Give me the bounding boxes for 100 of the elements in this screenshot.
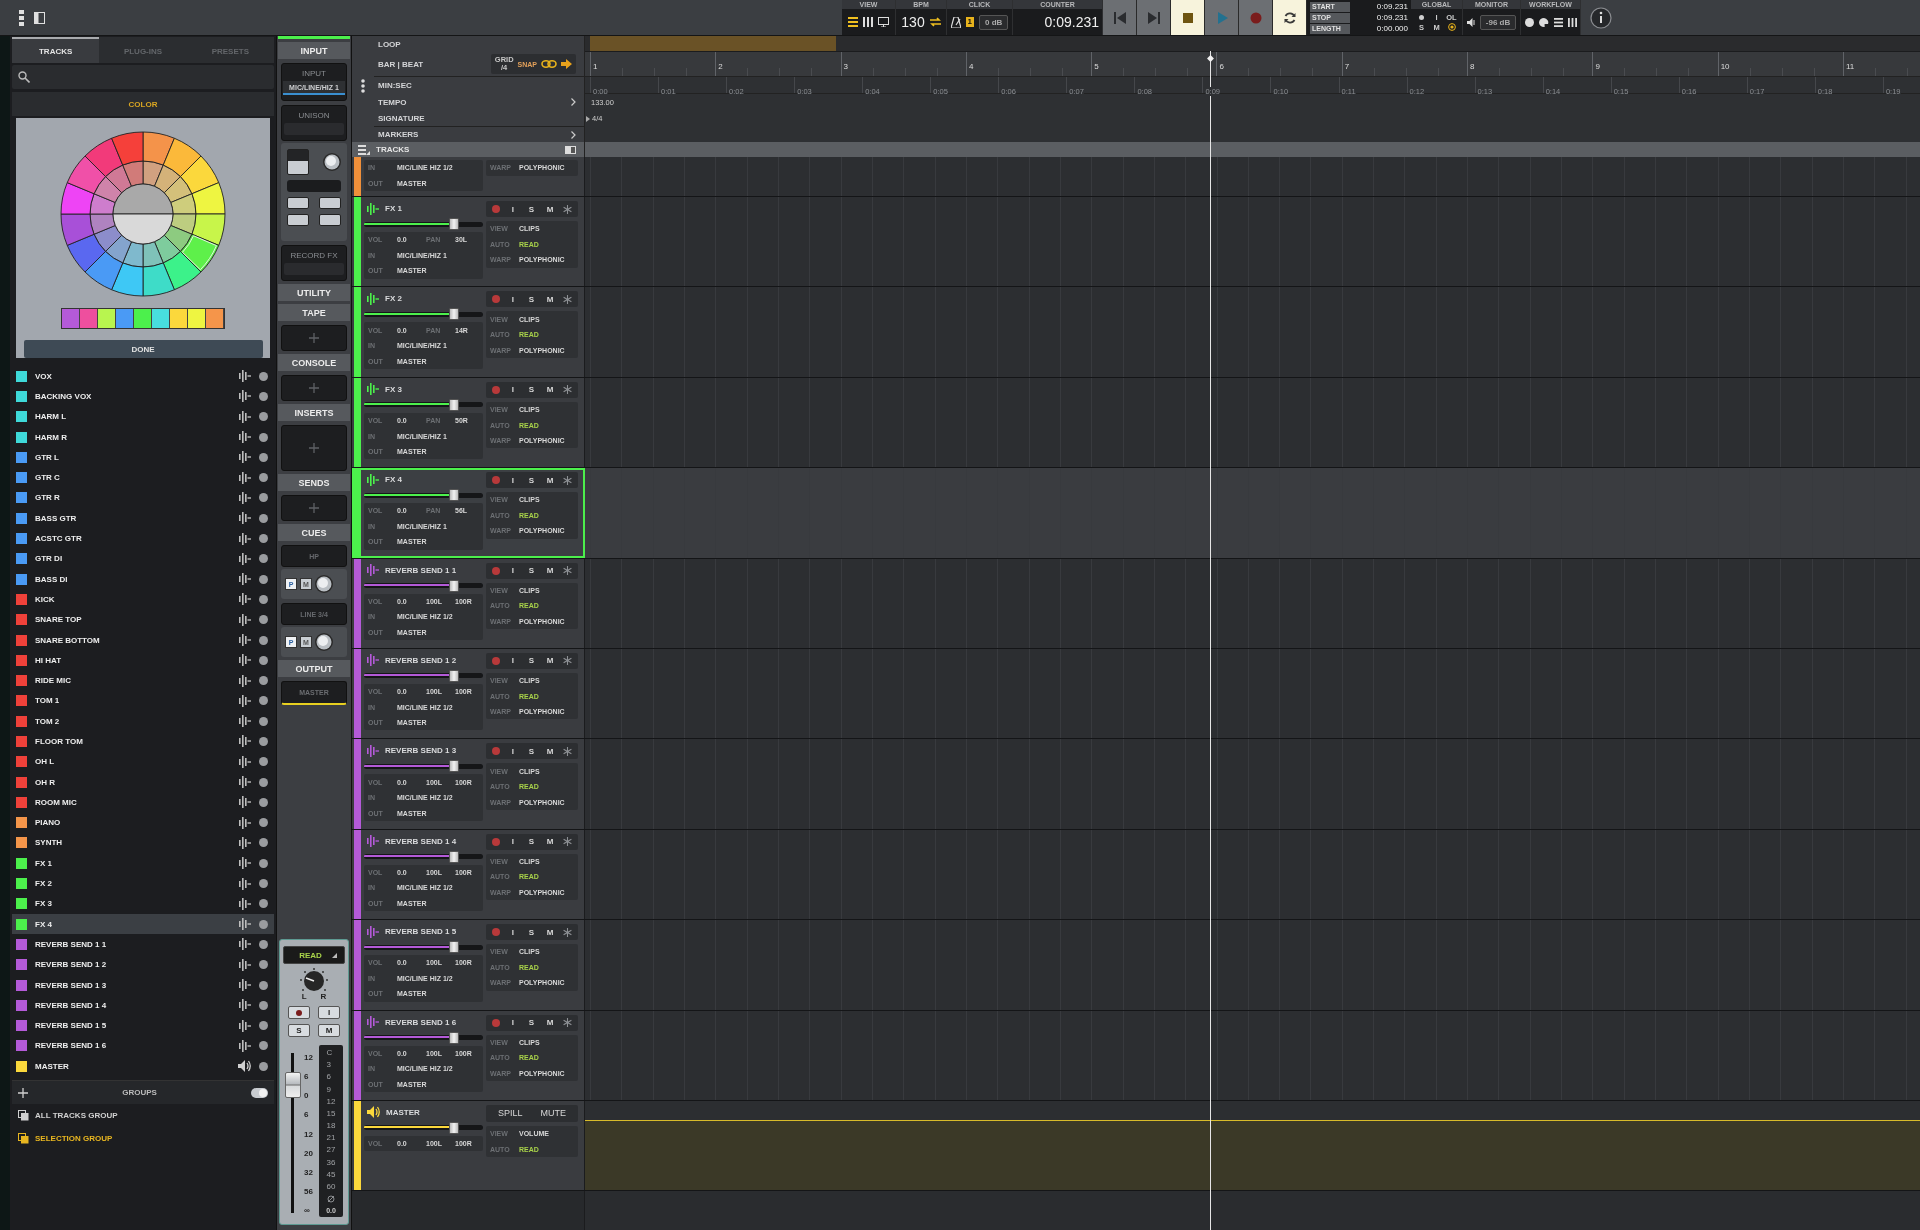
color-swatch[interactable] — [16, 938, 27, 950]
s-button[interactable]: S — [525, 927, 538, 937]
track-list-item[interactable]: FLOOR TOM — [12, 731, 274, 752]
count-in-badge[interactable]: 1 — [965, 17, 975, 27]
dot-icon[interactable] — [259, 594, 268, 604]
color-swatch[interactable] — [16, 573, 27, 585]
section-header[interactable]: TAPE — [278, 304, 350, 321]
waveform-icon[interactable] — [367, 202, 379, 215]
chevron-icon[interactable] — [571, 130, 576, 139]
volume-slider[interactable] — [364, 941, 483, 954]
speaker-icon[interactable] — [238, 1060, 251, 1073]
track-list-item[interactable]: BACKING VOX — [12, 386, 274, 407]
waveform-icon[interactable] — [239, 694, 251, 707]
m-button[interactable]: M — [544, 837, 557, 847]
waveform-icon[interactable] — [239, 654, 251, 667]
dot-icon[interactable] — [259, 452, 268, 462]
i-button[interactable]: I — [506, 204, 519, 214]
snowflake-icon[interactable] — [562, 294, 572, 304]
color-swatch[interactable] — [16, 918, 27, 930]
track-list-item[interactable]: SNARE TOP — [12, 609, 274, 630]
track-list-item[interactable]: FX 2 — [12, 873, 274, 894]
slider-thumb[interactable] — [449, 850, 460, 863]
track-list-item[interactable]: REVERB SEND 1 4 — [12, 995, 274, 1016]
i-button[interactable]: I — [506, 656, 519, 666]
color-swatch[interactable] — [16, 736, 27, 747]
list-icon[interactable] — [1553, 17, 1563, 27]
color-swatch[interactable] — [16, 979, 27, 991]
square-button[interactable] — [319, 214, 341, 226]
dot-icon[interactable] — [259, 391, 268, 401]
dot-icon[interactable] — [259, 939, 268, 949]
track-list-item[interactable]: GTR R — [12, 487, 274, 509]
dot-icon[interactable] — [259, 1000, 268, 1010]
waveform-icon[interactable] — [239, 573, 251, 586]
i-button[interactable]: I — [506, 837, 519, 847]
section-header[interactable]: CONSOLE — [278, 354, 350, 371]
m-button[interactable]: M — [544, 746, 557, 756]
dot-icon[interactable] — [259, 493, 268, 503]
track-list-item[interactable]: REVERB SEND 1 3 — [12, 974, 274, 996]
waveform-icon[interactable] — [239, 451, 251, 464]
snowflake-icon[interactable] — [562, 837, 572, 847]
snowflake-icon[interactable] — [562, 385, 572, 395]
i-button[interactable]: I — [506, 294, 519, 304]
section-header[interactable]: INSERTS — [278, 404, 350, 421]
color-swatch[interactable] — [16, 614, 27, 626]
ruler-option[interactable]: MIN:SEC — [378, 81, 576, 90]
dot-icon[interactable] — [259, 716, 268, 726]
track-list-item[interactable]: FX 4 — [12, 914, 274, 935]
track-list-item[interactable]: RIDE MIC — [12, 670, 274, 691]
snowflake-icon[interactable] — [562, 566, 572, 576]
volume-slider[interactable] — [364, 669, 483, 682]
waveform-icon[interactable] — [239, 552, 251, 565]
s-button[interactable]: S — [525, 294, 538, 304]
s-button[interactable]: S — [525, 204, 538, 214]
color-wheel[interactable] — [59, 130, 227, 298]
ruler-option[interactable]: LOOP — [378, 39, 576, 49]
color-swatch[interactable] — [16, 776, 27, 788]
toggle-switch[interactable] — [251, 1087, 268, 1098]
color-swatch[interactable] — [16, 370, 27, 382]
waveform-icon[interactable] — [239, 796, 251, 809]
volume-slider[interactable] — [364, 760, 483, 773]
waveform-icon[interactable] — [239, 755, 251, 768]
record-icon[interactable] — [492, 837, 501, 846]
record-icon[interactable] — [492, 295, 501, 304]
color-swatch[interactable] — [16, 390, 27, 402]
bar-ruler[interactable]: 1 2 3 4 5 6 7 8 9 10 11 — [585, 52, 1920, 77]
loop-button[interactable] — [1273, 0, 1307, 35]
dot-icon[interactable] — [259, 371, 268, 381]
color-swatch[interactable] — [16, 695, 27, 707]
track-list-item[interactable]: VOX — [12, 366, 274, 387]
record-icon[interactable] — [492, 747, 501, 756]
stop-button[interactable] — [1171, 0, 1205, 35]
track-list-item[interactable]: FX 3 — [12, 893, 274, 914]
color-swatch[interactable] — [16, 878, 27, 890]
waveform-icon[interactable] — [239, 390, 251, 403]
track-list-item[interactable]: REVERB SEND 1 5 — [12, 1015, 274, 1036]
list-icon[interactable] — [848, 17, 858, 27]
i-button[interactable]: I — [318, 1006, 340, 1019]
color-swatch[interactable] — [16, 675, 27, 687]
m-button[interactable]: M — [544, 1018, 557, 1027]
ruler-option[interactable]: MARKERS — [378, 130, 571, 139]
phase-icon[interactable] — [327, 1195, 335, 1203]
s-button[interactable]: S — [525, 837, 538, 847]
dot-icon[interactable] — [259, 615, 268, 625]
m-button[interactable]: M — [544, 204, 557, 214]
color-swatch[interactable] — [16, 533, 27, 544]
dot-icon[interactable] — [1419, 14, 1424, 20]
color-swatch[interactable] — [16, 1060, 27, 1072]
skip-back-button[interactable] — [1103, 0, 1137, 35]
color-swatch[interactable] — [134, 309, 152, 328]
volume-slider[interactable] — [364, 308, 483, 321]
color-swatch[interactable] — [16, 411, 27, 423]
plugin-slot[interactable]: RECORD FX — [281, 245, 347, 281]
waveform-icon[interactable] — [239, 370, 251, 383]
snowflake-icon[interactable] — [562, 927, 572, 937]
dot-icon[interactable] — [259, 1021, 268, 1031]
color-swatch[interactable] — [16, 492, 27, 504]
m-button[interactable]: M — [318, 1024, 340, 1037]
color-swatch[interactable] — [16, 472, 27, 484]
track-list-item[interactable]: HI HAT — [12, 650, 274, 671]
track-list-item[interactable]: TOM 1 — [12, 690, 274, 712]
